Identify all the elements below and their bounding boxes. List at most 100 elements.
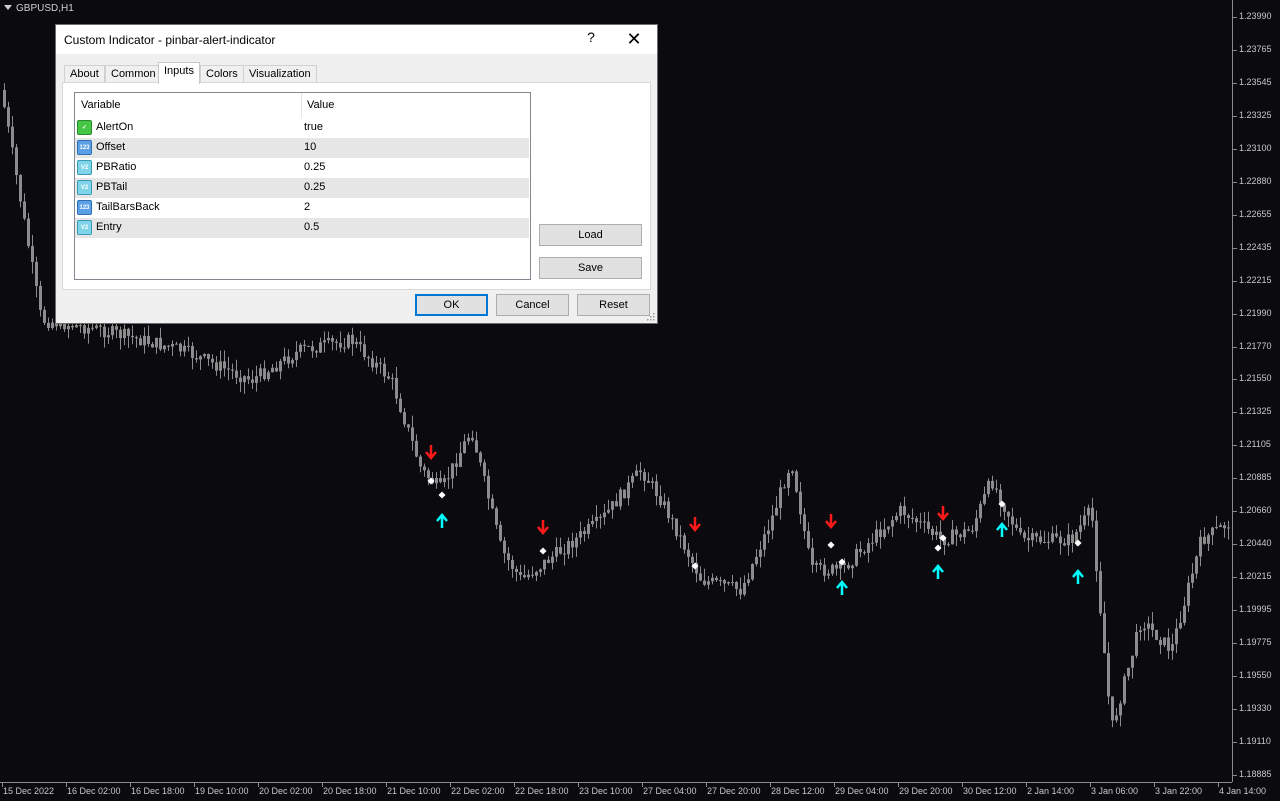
price-axis[interactable]: 1.23990 1.23765 1.23545 1.23325 1.23100 1.228… [1232,0,1280,782]
candle-body [47,322,50,328]
dropdown-triangle-icon[interactable] [4,5,12,10]
param-name: TailBarsBack [96,201,160,213]
param-row-pbratio[interactable]: V2 PBRatio 0.25 [75,158,529,178]
candle-body [671,518,674,520]
close-button[interactable]: ✕ [624,29,644,49]
candle-body [371,358,374,368]
candle-body [1171,644,1174,651]
candle-body [367,357,370,359]
price-tick-label: 1.21325 [1239,406,1272,417]
candle-body [135,337,138,339]
param-row-alerton[interactable]: ✓ AlertOn true [75,118,529,138]
candle-body [307,345,310,347]
candle-body [1155,629,1158,640]
save-button[interactable]: Save [539,257,642,279]
candle-body [627,482,630,499]
candle-body [703,580,706,585]
candle-body [807,531,810,548]
candle-body [503,540,506,554]
candle-body [1183,605,1186,623]
candle-body [787,473,790,488]
candle-body [1143,628,1146,631]
tab-common[interactable]: Common [105,65,162,83]
candle-body [79,325,82,327]
candle-body [83,325,86,334]
header-divider[interactable] [301,93,302,118]
candle-body [747,579,750,584]
tab-visualization[interactable]: Visualization [243,65,317,83]
param-row-pbtail[interactable]: V2 PBTail 0.25 [75,178,529,198]
candle-body [175,343,178,345]
candle-body [427,470,430,478]
candle-body [379,362,382,364]
tab-colors[interactable]: Colors [200,65,244,83]
candle-body [1211,527,1214,536]
sell-arrow-icon [537,520,549,535]
candle-body [387,376,390,379]
entry-marker-icon [438,491,446,499]
symbol-label[interactable]: GBPUSD,H1 [4,3,74,14]
candle-body [727,582,730,584]
candle-body [1071,534,1074,544]
column-header-value[interactable]: Value [307,93,334,118]
inputs-panel: Variable Value ✓ AlertOn true 123 Offset… [62,82,651,290]
tab-inputs[interactable]: Inputs [158,62,200,84]
tab-about[interactable]: About [64,65,105,83]
candle-body [351,334,354,345]
candle-body [719,580,722,582]
price-tick [1233,280,1237,282]
candle-body [539,569,542,572]
price-tick [1233,115,1237,117]
param-value[interactable]: 0.25 [304,181,325,193]
candle-body [823,564,826,576]
price-tick-label: 1.22655 [1239,208,1272,219]
candle-body [7,107,10,127]
resize-grip-icon[interactable] [647,313,655,321]
param-value[interactable]: 2 [304,201,310,213]
price-tick-label: 1.23765 [1239,43,1272,54]
candle-body [951,529,954,545]
param-value[interactable]: 10 [304,141,316,153]
parameters-table[interactable]: Variable Value ✓ AlertOn true 123 Offset… [74,92,531,280]
candle-body [519,572,522,576]
candle-body [1123,676,1126,704]
candle-body [827,573,830,576]
cancel-button[interactable]: Cancel [496,294,569,316]
candle-body [323,340,326,343]
sell-arrow-icon [425,445,437,460]
candle-body [447,478,450,480]
reset-button[interactable]: Reset [577,294,650,316]
price-tick-label: 1.22435 [1239,241,1272,252]
price-tick-label: 1.21550 [1239,373,1272,384]
candle-body [919,521,922,523]
candle-body [1151,623,1154,630]
time-axis[interactable]: 15 Dec 2022 16 Dec 02:00 16 Dec 18:00 19 De… [0,782,1266,801]
candle-body [935,531,938,535]
param-value[interactable]: 0.25 [304,161,325,173]
candle-body [563,553,566,555]
help-button[interactable]: ? [584,29,598,49]
param-row-entry[interactable]: V2 Entry 0.5 [75,218,529,238]
price-tick [1233,643,1237,645]
candle-body [759,549,762,557]
load-button[interactable]: Load [539,224,642,246]
candle-body [615,501,618,507]
candle-body [963,529,966,538]
candle-body [691,556,694,563]
param-value[interactable]: 0.5 [304,221,319,233]
candle-body [1135,631,1138,656]
param-row-offset[interactable]: 123 Offset 10 [75,138,529,158]
price-tick-label: 1.20885 [1239,472,1272,483]
param-value[interactable]: true [304,121,323,133]
candle-body [183,345,186,352]
candle-body [3,90,6,108]
candle-body [511,559,514,569]
candle-body [835,564,838,569]
param-row-tailbarsback[interactable]: 123 TailBarsBack 2 [75,198,529,218]
candle-body [75,325,78,328]
candle-body [467,437,470,442]
candle-body [647,480,650,483]
ok-button[interactable]: OK [415,294,488,316]
column-header-variable[interactable]: Variable [81,93,121,118]
candle-body [803,514,806,532]
